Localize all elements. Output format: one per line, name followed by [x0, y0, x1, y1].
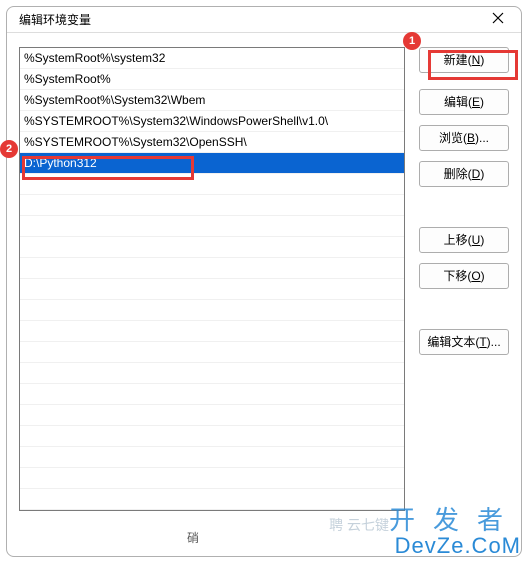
edittext-button[interactable]: 编辑文本(T)...	[419, 329, 509, 355]
movedown-button[interactable]: 下移(O)	[419, 263, 509, 289]
path-list-row[interactable]	[20, 405, 404, 426]
path-list-row[interactable]	[20, 237, 404, 258]
path-list-row[interactable]	[20, 216, 404, 237]
footer-ok-partial: 硝	[187, 529, 199, 546]
path-list-row[interactable]	[20, 279, 404, 300]
path-list-row[interactable]	[20, 195, 404, 216]
titlebar: 编辑环境变量	[7, 7, 521, 33]
path-listbox[interactable]: %SystemRoot%\system32%SystemRoot%%System…	[19, 47, 405, 511]
delete-button[interactable]: 删除(D)	[419, 161, 509, 187]
path-list-row[interactable]: D:\Python312	[20, 153, 404, 174]
watermark-faint: 聘 云七键	[329, 515, 389, 535]
path-list-row[interactable]: %SYSTEMROOT%\System32\WindowsPowerShell\…	[20, 111, 404, 132]
dialog-content: %SystemRoot%\system32%SystemRoot%%System…	[7, 33, 521, 519]
path-list-row[interactable]	[20, 342, 404, 363]
path-list-row[interactable]	[20, 489, 404, 510]
path-list-row[interactable]	[20, 426, 404, 447]
browse-button[interactable]: 浏览(B)...	[419, 125, 509, 151]
path-list-row[interactable]	[20, 258, 404, 279]
dialog-footer: 硝	[7, 519, 521, 556]
path-list-row[interactable]	[20, 174, 404, 195]
path-list-row[interactable]	[20, 447, 404, 468]
path-list-row[interactable]	[20, 321, 404, 342]
annotation-badge-1: 1	[403, 32, 421, 50]
path-list-row[interactable]	[20, 300, 404, 321]
dialog-edit-env-var: 编辑环境变量 %SystemRoot%\system32%SystemRoot%…	[6, 6, 522, 557]
path-list-row[interactable]: %SystemRoot%\system32	[20, 48, 404, 69]
close-button[interactable]	[475, 7, 521, 32]
window-title: 编辑环境变量	[19, 11, 475, 28]
close-icon	[492, 11, 504, 27]
path-list-row[interactable]	[20, 363, 404, 384]
edit-button[interactable]: 编辑(E)	[419, 89, 509, 115]
new-button[interactable]: 新建(N)	[419, 47, 509, 73]
path-list-row[interactable]	[20, 468, 404, 489]
button-column: 新建(N) 编辑(E) 浏览(B)... 删除(D) 上移(U) 下移(O) 编…	[419, 47, 509, 511]
path-list-row[interactable]: %SystemRoot%	[20, 69, 404, 90]
annotation-badge-2: 2	[0, 140, 18, 158]
path-list-row[interactable]	[20, 384, 404, 405]
moveup-button[interactable]: 上移(U)	[419, 227, 509, 253]
path-list-row[interactable]: %SYSTEMROOT%\System32\OpenSSH\	[20, 132, 404, 153]
path-list-row[interactable]: %SystemRoot%\System32\Wbem	[20, 90, 404, 111]
